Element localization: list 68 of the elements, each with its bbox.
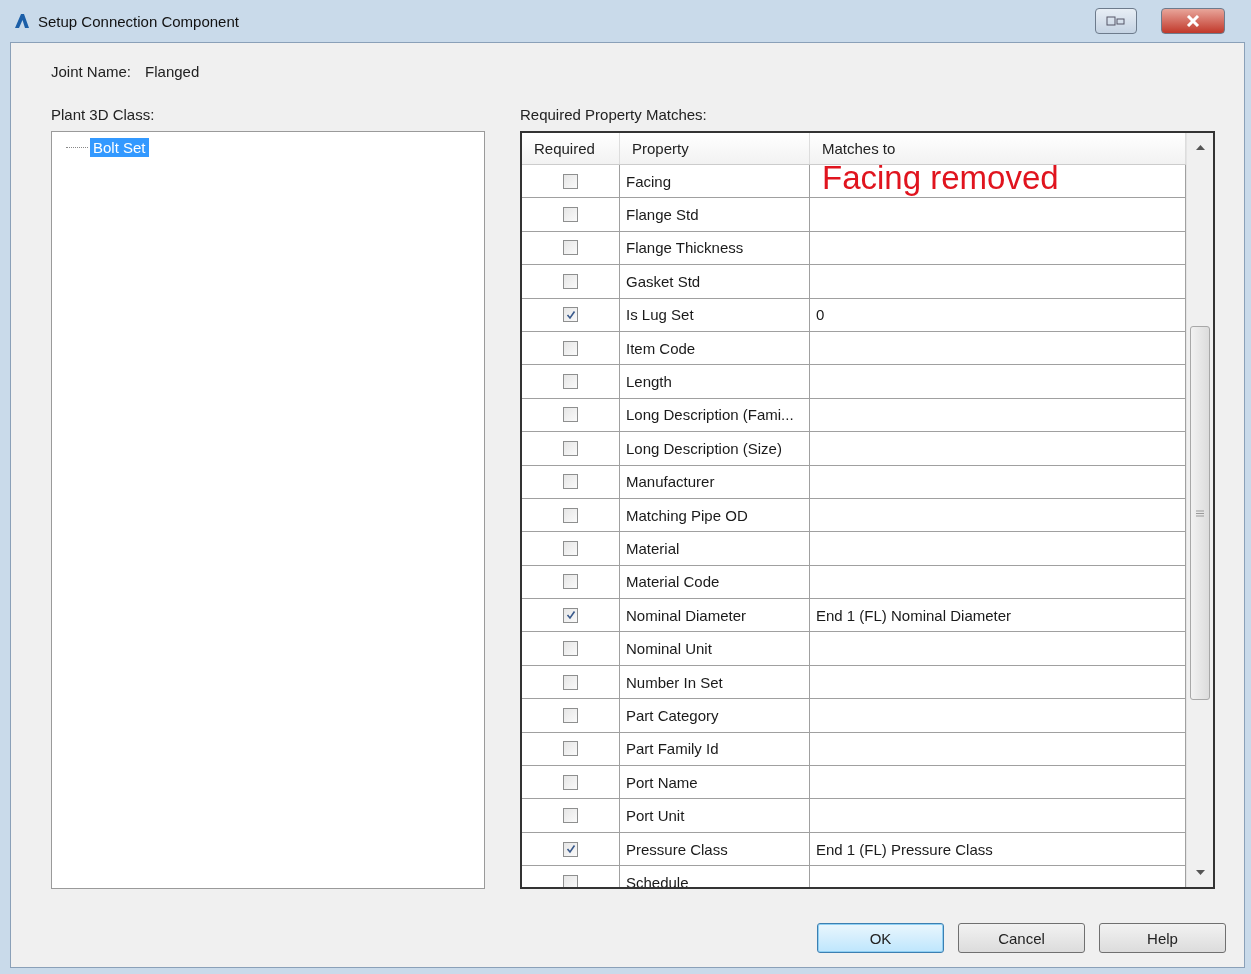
property-cell: Flange Thickness — [626, 239, 744, 257]
required-checkbox[interactable] — [563, 774, 578, 790]
required-checkbox[interactable] — [563, 507, 578, 523]
required-checkbox[interactable] — [563, 808, 578, 824]
required-checkbox[interactable] — [563, 407, 578, 423]
checkmark-icon — [565, 309, 576, 320]
scroll-down-icon[interactable] — [1195, 870, 1205, 875]
property-cell: Part Category — [626, 706, 719, 724]
close-icon — [1186, 15, 1200, 27]
scroll-up-icon[interactable] — [1195, 145, 1205, 150]
required-checkbox[interactable] — [563, 874, 578, 887]
property-cell: Number In Set — [626, 673, 723, 691]
required-checkbox[interactable] — [563, 474, 578, 490]
required-checkbox[interactable] — [563, 307, 578, 323]
property-cell: Pressure Class — [626, 840, 728, 858]
property-cell: Nominal Diameter — [626, 606, 747, 624]
class-label: Plant 3D Class: — [51, 106, 156, 123]
checkmark-icon — [565, 844, 576, 854]
required-checkbox[interactable] — [563, 374, 578, 390]
required-checkbox[interactable] — [563, 607, 578, 623]
required-checkbox[interactable] — [563, 273, 578, 289]
required-checkbox[interactable] — [563, 440, 578, 456]
required-checkbox[interactable] — [563, 173, 578, 189]
property-cell: Material — [626, 540, 680, 557]
required-checkbox[interactable] — [563, 541, 578, 556]
scrollbar-thumb[interactable] — [1190, 326, 1210, 700]
matches-cell: End 1 (FL) Pressure Class — [816, 840, 993, 858]
required-checkbox[interactable] — [563, 207, 578, 223]
required-checkbox[interactable] — [563, 641, 578, 657]
property-cell: Part Family Id — [626, 740, 719, 758]
window-title: Setup Connection Component — [38, 12, 239, 30]
close-button[interactable] — [1161, 8, 1225, 34]
restore-icon — [1106, 16, 1126, 26]
joint-name-label: Joint Name: — [51, 63, 132, 80]
property-cell: Flange Std — [626, 206, 699, 224]
matches-cell: End 1 (FL) Nominal Diameter — [816, 606, 1012, 624]
dialog-button[interactable]: OK — [817, 923, 944, 953]
checkmark-icon — [565, 610, 576, 621]
joint-name-value: Flanged — [145, 63, 200, 80]
required-checkbox[interactable] — [563, 707, 578, 723]
app-logo-icon — [14, 13, 30, 29]
property-cell: Port Name — [626, 773, 698, 791]
property-cell: Gasket Std — [626, 272, 701, 290]
column-header[interactable]: Required — [522, 133, 620, 164]
property-cell: Material Code — [626, 573, 720, 591]
matches-label: Required Property Matches: — [520, 106, 708, 123]
required-checkbox[interactable] — [563, 841, 578, 857]
property-cell: Length — [626, 373, 672, 391]
dialog-button[interactable]: Help — [1099, 923, 1226, 953]
required-checkbox[interactable] — [563, 340, 578, 356]
property-cell: Facing — [626, 172, 672, 190]
required-checkbox[interactable] — [563, 741, 578, 757]
required-checkbox[interactable] — [563, 674, 578, 690]
property-cell: Long Description (Fami... — [626, 406, 794, 424]
dialog-button[interactable]: Cancel — [958, 923, 1085, 953]
property-cell: Matching Pipe OD — [626, 506, 748, 524]
matches-cell: 0 — [816, 306, 825, 324]
property-cell: Item Code — [626, 339, 696, 357]
restore-button[interactable] — [1095, 8, 1137, 34]
property-cell: Port Unit — [626, 807, 685, 825]
property-cell: Nominal Unit — [626, 640, 712, 658]
property-cell: Manufacturer — [626, 473, 715, 491]
property-cell: Is Lug Set — [626, 306, 694, 324]
column-header[interactable]: Property — [620, 133, 810, 164]
annotation-text: Facing removed — [822, 165, 1059, 194]
required-checkbox[interactable] — [563, 574, 578, 590]
property-cell: Long Description (Size) — [626, 439, 782, 457]
required-checkbox[interactable] — [563, 240, 578, 256]
